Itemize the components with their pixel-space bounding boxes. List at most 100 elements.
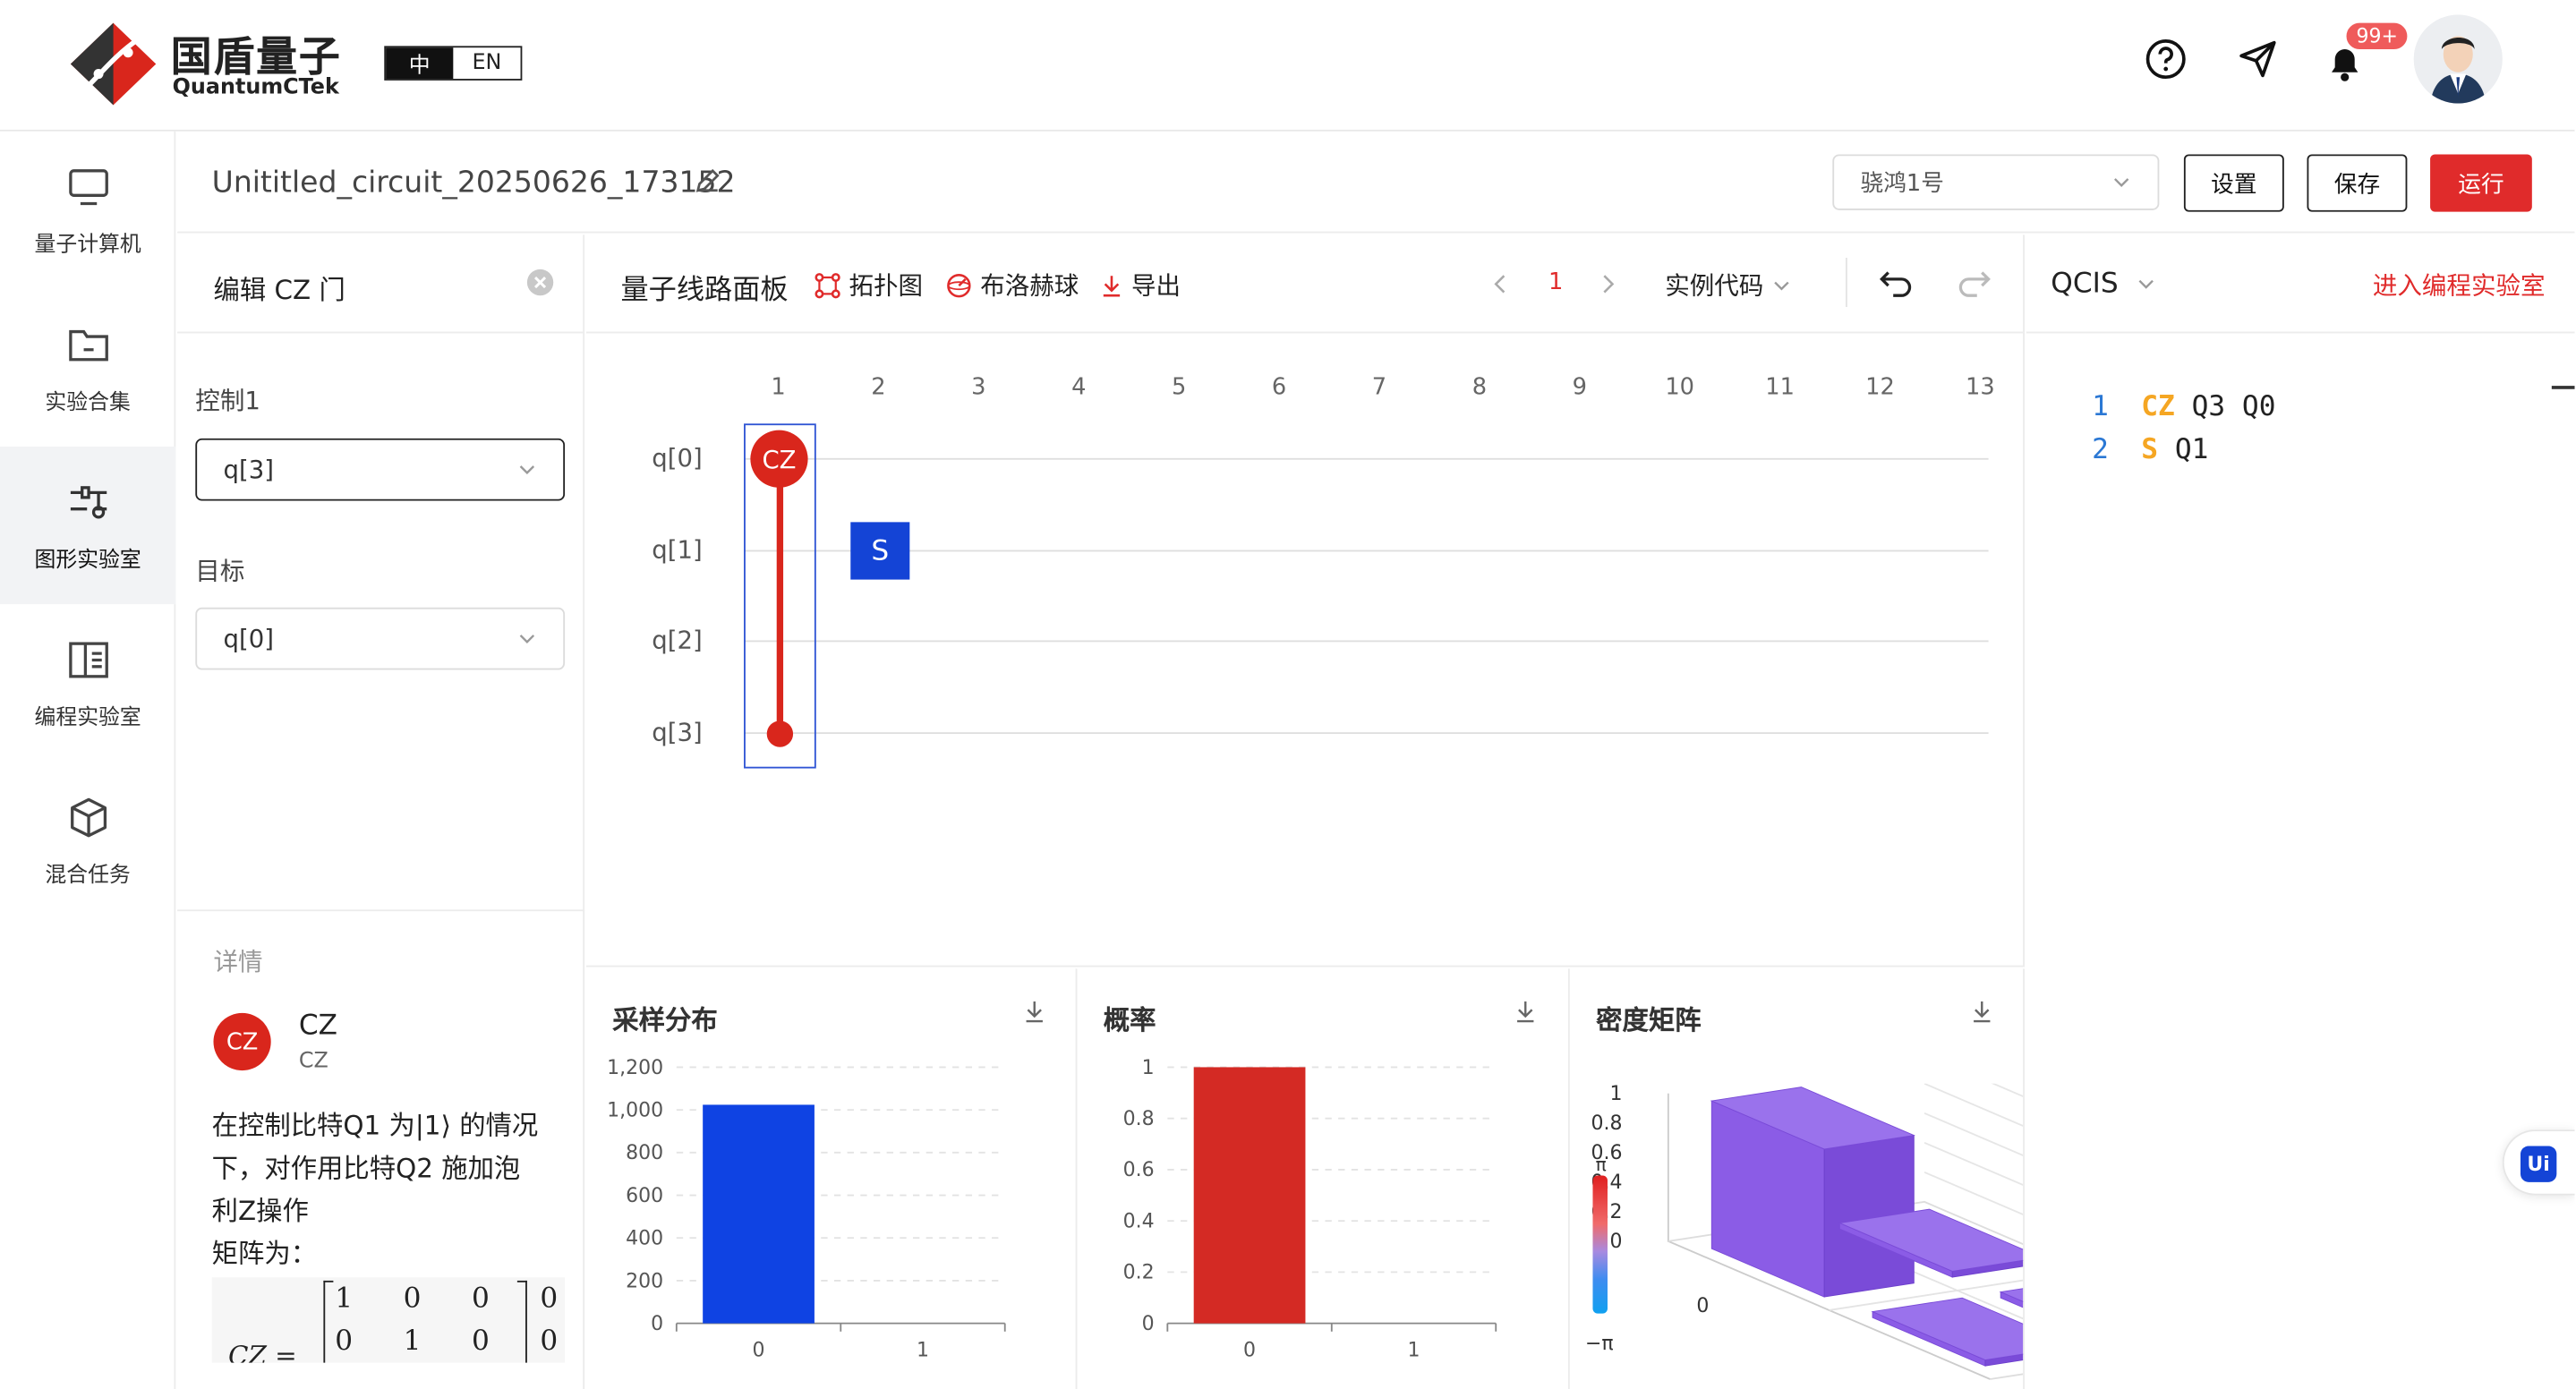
help-icon[interactable] <box>2143 36 2188 81</box>
qubit-wire <box>744 457 1989 460</box>
chevron-down-icon <box>519 465 535 475</box>
undo-icon[interactable] <box>1879 266 1915 305</box>
column-number: 1 <box>771 374 786 401</box>
x-tick-label: 0 <box>1243 1339 1256 1361</box>
lang-en-option[interactable]: EN <box>453 47 520 79</box>
notification-badge: 99+ <box>2344 21 2410 51</box>
chart-title: 采样分布 <box>612 1004 718 1036</box>
page-number[interactable]: 1 <box>1548 269 1563 295</box>
y-tick-label: 0 <box>651 1313 663 1335</box>
lang-zh-option[interactable]: 中 <box>386 47 454 80</box>
gate-details-panel: 详情 CZ CZ CZ 在控制比特Q1 为|1⟩ 的情况 下，对作用比特Q2 施… <box>177 909 585 1389</box>
enter-programming-lab-link[interactable]: 进入编程实验室 <box>2373 268 2546 303</box>
export-button[interactable]: 导出 <box>1100 268 1181 303</box>
language-switch[interactable]: 中 EN <box>384 46 523 81</box>
sidebar-item-programming-lab[interactable]: 编程实验室 <box>0 604 175 762</box>
assistant-floating-button[interactable]: Ui <box>2502 1129 2575 1196</box>
density-matrix-panel: 密度矩阵 00.20.40.60.8101π−π <box>1570 968 2025 1389</box>
probability-bar-chart[interactable]: 0 0.2 0.4 0.6 0.8 1 0 1 <box>1077 1041 1568 1369</box>
bloch-sphere-label: 布洛赫球 <box>980 270 1079 301</box>
topology-button[interactable]: 拓扑图 <box>815 268 923 303</box>
close-icon[interactable] <box>525 268 555 303</box>
code-line-2[interactable]: 2S Q1 <box>2092 433 2208 466</box>
device-select-value: 骁鸿1号 <box>1860 170 1944 198</box>
save-button[interactable]: 保存 <box>2307 154 2408 212</box>
edit-name-pencil-icon[interactable] <box>693 166 722 201</box>
sidebar-item-graphic-lab[interactable]: 图形实验室 <box>0 446 176 605</box>
language-dropdown[interactable]: QCIS <box>2051 268 2156 301</box>
s-gate[interactable]: S <box>850 522 910 580</box>
code-args: Q1 <box>2174 433 2209 467</box>
sidebar-item-experiments[interactable]: 实验合集 <box>0 289 175 447</box>
y-tick-label: 200 <box>626 1270 663 1292</box>
sidebar-item-quantum-computer[interactable]: 量子计算机 <box>0 132 175 289</box>
y-tick-label: 800 <box>626 1142 663 1164</box>
x-tick-label: 1 <box>917 1339 929 1361</box>
column-number: 3 <box>971 374 986 401</box>
target-qubit-select[interactable]: q[0] <box>195 607 566 670</box>
chart-title: 密度矩阵 <box>1596 1004 1702 1036</box>
sidebar-item-label: 量子计算机 <box>34 232 141 258</box>
z-tick-label: 0 <box>1610 1231 1623 1253</box>
topology-label: 拓扑图 <box>849 270 924 301</box>
bloch-sphere-button[interactable]: 布洛赫球 <box>946 268 1079 303</box>
qubit-label: q[1] <box>652 535 703 566</box>
column-number: 4 <box>1071 374 1087 401</box>
download-icon[interactable] <box>1970 998 1993 1031</box>
circuit-canvas[interactable]: 1 2 3 4 5 6 7 8 9 10 11 12 13 q[0] q[1] … <box>586 335 2023 965</box>
gate-subname: CZ <box>298 1049 328 1074</box>
bar-0 <box>703 1104 815 1324</box>
gate-description-line-3: 利Z操作 <box>211 1195 309 1227</box>
colorbar-bottom-label: −π <box>1585 1333 1614 1355</box>
sampling-bar-chart[interactable]: 0 200 400 600 800 1,000 1,200 0 1 <box>586 1041 1078 1369</box>
redo-icon[interactable] <box>1956 266 1992 305</box>
column-number: 13 <box>1966 374 1995 401</box>
export-label: 导出 <box>1130 270 1181 301</box>
target-qubit-value: q[0] <box>223 624 274 654</box>
sidebar: 量子计算机 实验合集 图形实验室 编程实验室 混合任务 <box>0 131 176 1389</box>
z-grid-line <box>1923 1083 2024 1127</box>
probability-panel: 概率 0 0.2 0.4 0.6 0.8 1 0 1 <box>1077 968 1570 1389</box>
settings-button[interactable]: 设置 <box>2183 154 2284 212</box>
qubit-wire <box>744 550 1989 552</box>
chevron-down-icon <box>519 635 535 643</box>
topology-icon <box>815 272 840 298</box>
download-icon[interactable] <box>1023 998 1046 1031</box>
example-code-dropdown[interactable]: 实例代码 <box>1665 268 1791 303</box>
target-label: 目标 <box>195 556 245 586</box>
send-icon[interactable] <box>2235 36 2281 81</box>
circuit-panel: 量子线路面板 拓扑图 布洛赫球 导出 1 实例代码 1 2 3 4 5 6 7 … <box>585 234 2025 967</box>
qubit-wire <box>744 640 1989 643</box>
qubit-label: q[2] <box>652 625 703 655</box>
cz-gate-control-dot[interactable] <box>766 720 794 747</box>
next-page-icon[interactable] <box>1598 271 1617 303</box>
device-select[interactable]: 骁鸿1号 <box>1832 154 2160 210</box>
download-icon[interactable] <box>1514 998 1537 1031</box>
matrix-left-bracket <box>323 1280 334 1363</box>
cz-gate-target[interactable]: CZ <box>750 430 808 488</box>
bar-0 <box>1193 1067 1306 1324</box>
prev-page-icon[interactable] <box>1491 271 1511 303</box>
density-matrix-3d-chart[interactable]: 00.20.40.60.8101π−π <box>1570 1083 2024 1389</box>
circuit-icon <box>69 485 107 518</box>
sidebar-item-hybrid-tasks[interactable]: 混合任务 <box>0 762 175 919</box>
column-number: 2 <box>871 374 886 401</box>
code-line-1[interactable]: 1 CZ Q3 Q0 <box>2092 391 2275 424</box>
quantumctek-logo-icon[interactable] <box>65 20 160 108</box>
control-label: 控制1 <box>195 386 260 416</box>
matrix-row-1: 1 0 0 0 <box>335 1282 559 1316</box>
control-qubit-select[interactable]: q[3] <box>195 438 566 501</box>
y-tick-label: 1,200 <box>607 1057 663 1079</box>
code-panel: QCIS 进入编程实验室 1 CZ Q3 Q0 2S Q1 Ui <box>2026 234 2575 1389</box>
x-tick-label: 1 <box>1408 1339 1420 1361</box>
example-code-label: 实例代码 <box>1665 270 1764 301</box>
qubit-wire <box>744 732 1989 735</box>
column-number: 9 <box>1572 374 1587 401</box>
chevron-down-icon <box>2114 178 2129 187</box>
run-button[interactable]: 运行 <box>2430 154 2532 212</box>
folder-icon <box>68 329 107 361</box>
user-avatar[interactable] <box>2413 14 2503 104</box>
y-tick-label: 0.6 <box>1123 1159 1155 1181</box>
y-tick-label: 400 <box>626 1228 663 1250</box>
z-tick-label: 1 <box>1610 1084 1623 1105</box>
